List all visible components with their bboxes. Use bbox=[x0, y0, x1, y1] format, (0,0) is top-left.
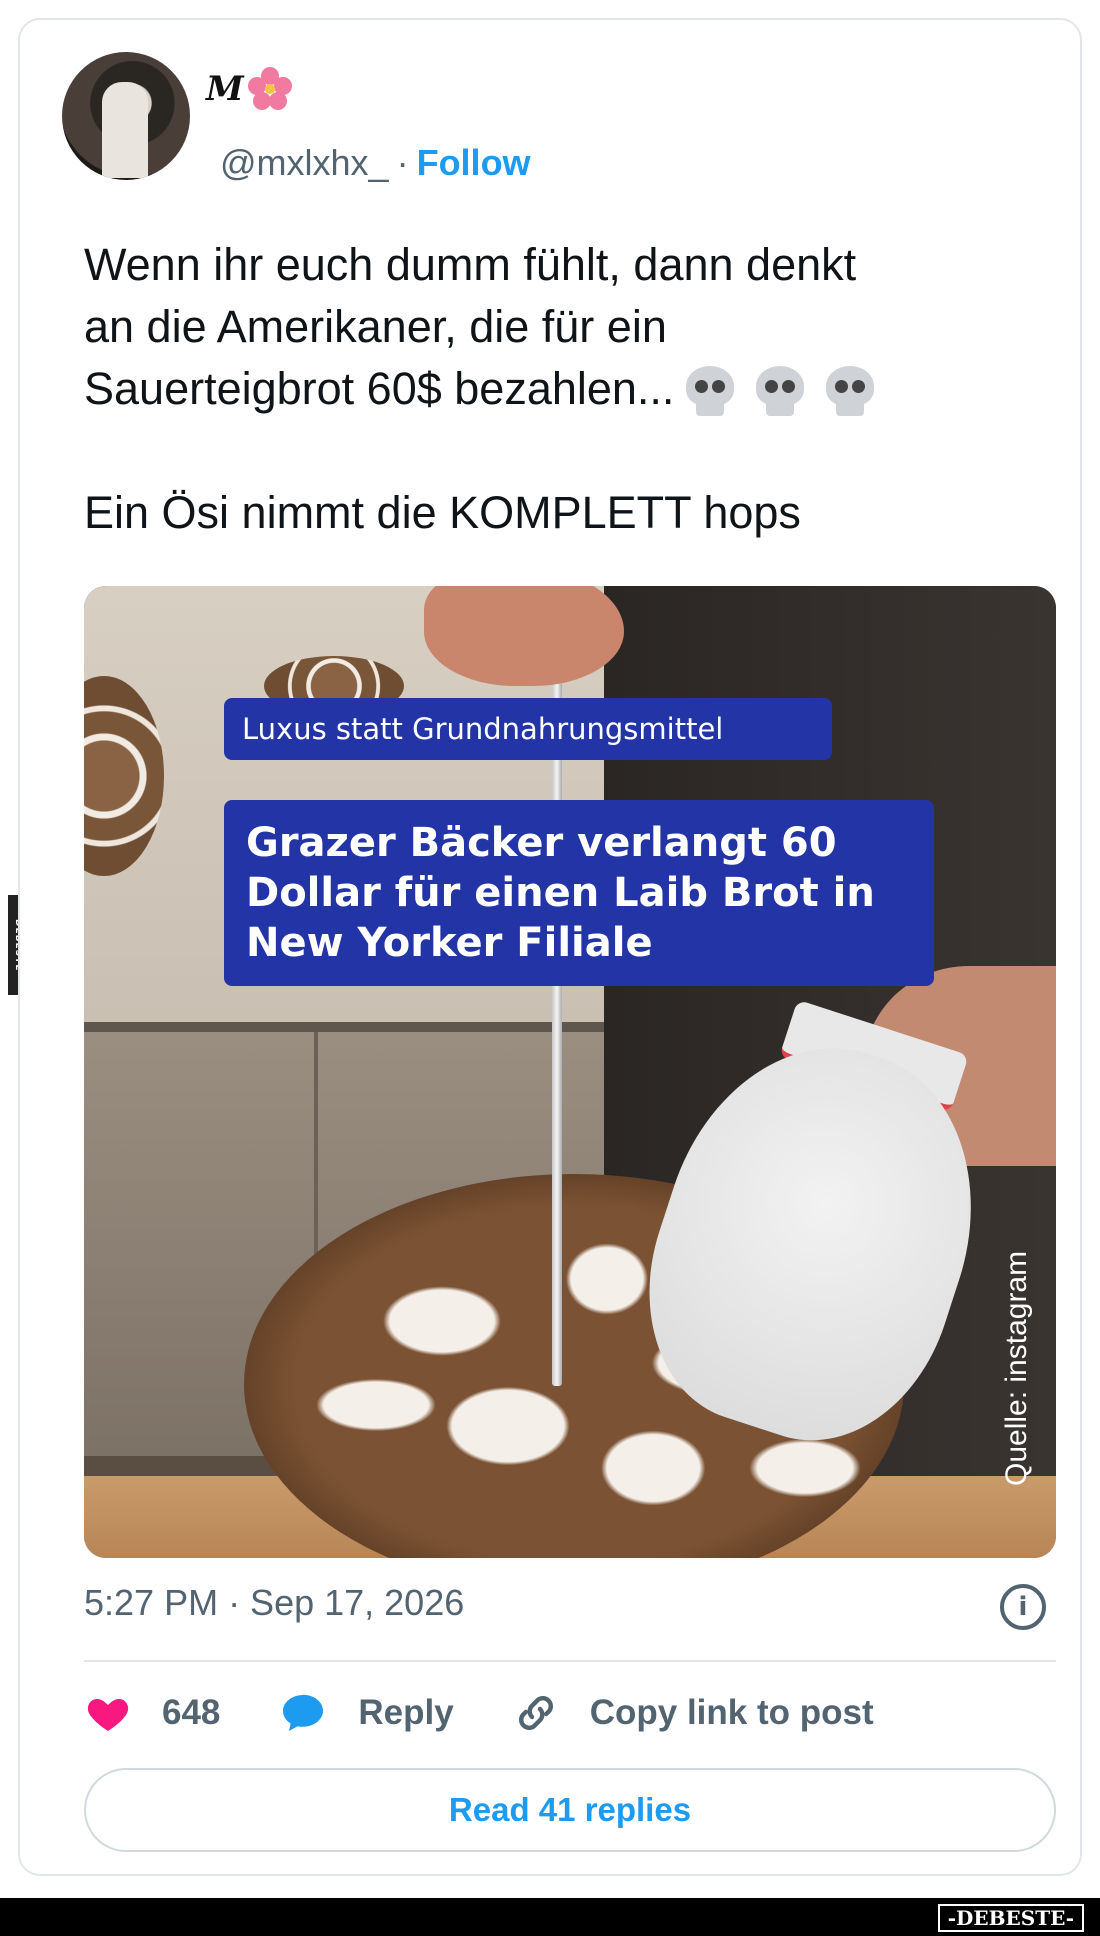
skull-icon bbox=[822, 364, 878, 420]
handle-row: @mxlxhx_ · Follow bbox=[220, 142, 531, 184]
info-icon[interactable]: i bbox=[1000, 1584, 1046, 1630]
display-name-text: M bbox=[206, 69, 244, 109]
media-source: Quelle: instagram bbox=[1000, 1250, 1033, 1486]
separator-dot: · bbox=[396, 142, 409, 183]
follow-button[interactable]: Follow bbox=[417, 142, 531, 184]
speech-bubble-icon bbox=[283, 1694, 324, 1731]
action-bar: 648 Reply Copy link to post bbox=[84, 1684, 932, 1742]
tweet-card: M @mxlxhx_ · Follow Wenn ihr euch dumm f… bbox=[18, 18, 1082, 1876]
post-media[interactable]: Luxus statt Grundnahrungsmittel Grazer B… bbox=[84, 586, 1056, 1558]
skull-icon bbox=[752, 364, 808, 420]
avatar[interactable] bbox=[62, 52, 190, 180]
copy-link-button[interactable]: Copy link to post bbox=[512, 1689, 874, 1737]
hand bbox=[424, 586, 624, 686]
user-handle[interactable]: @mxlxhx_ bbox=[220, 142, 389, 184]
like-button[interactable]: 648 bbox=[84, 1689, 220, 1737]
knife bbox=[552, 666, 562, 1386]
post-timestamp[interactable]: 5:27 PM · Sep 17, 2026 bbox=[84, 1582, 464, 1624]
site-watermark: -DEBESTE- bbox=[937, 1904, 1084, 1932]
reply-button[interactable]: Reply bbox=[278, 1689, 454, 1737]
flower-icon bbox=[247, 67, 292, 111]
tweet-text-line2: Ein Ösi nimmt die KOMPLETT hops bbox=[84, 487, 801, 539]
read-replies-button[interactable]: Read 41 replies bbox=[84, 1768, 1056, 1852]
copy-link-label: Copy link to post bbox=[589, 1693, 874, 1732]
display-name[interactable]: M bbox=[206, 64, 292, 114]
heart-icon bbox=[87, 1699, 129, 1731]
link-icon bbox=[518, 1696, 553, 1730]
media-subtitle: Luxus statt Grundnahrungsmittel bbox=[224, 698, 832, 760]
divider bbox=[84, 1660, 1056, 1662]
tweet-text: Wenn ihr euch dumm fühlt, dann denkt an … bbox=[84, 234, 1044, 544]
footer-bar bbox=[0, 1898, 1100, 1936]
media-headline: Grazer Bäcker verlangt 60 Dollar für ein… bbox=[224, 800, 934, 986]
reply-label: Reply bbox=[358, 1693, 454, 1732]
skull-icon bbox=[682, 364, 738, 420]
skull-emojis bbox=[682, 358, 892, 420]
like-count: 648 bbox=[162, 1693, 221, 1732]
